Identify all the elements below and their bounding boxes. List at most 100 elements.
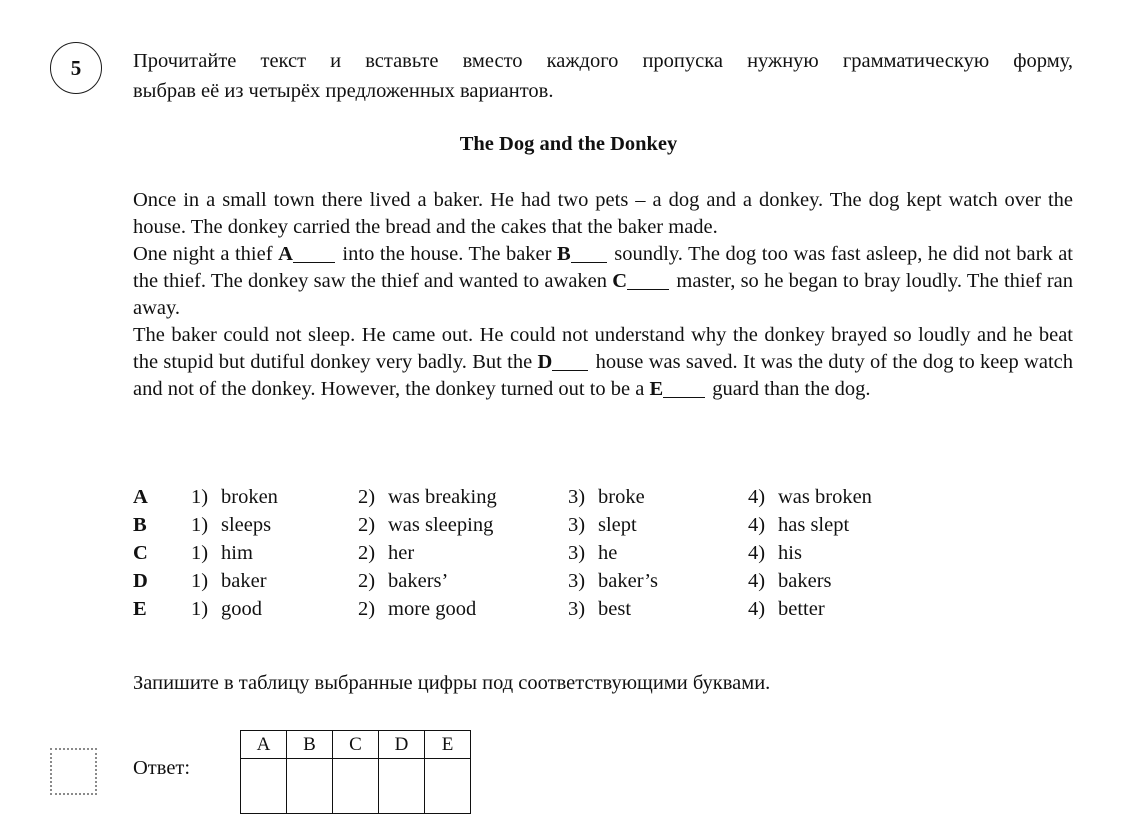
option-e-2[interactable]: 2) more good (358, 595, 568, 623)
paragraph2-text-part-2: into the house. The baker (336, 243, 557, 265)
option-b-4[interactable]: 4) has slept (748, 511, 928, 539)
option-d-2-number: 2) (358, 570, 376, 592)
option-a-3[interactable]: 3) broke (568, 483, 748, 511)
option-row-a: A 1) broken 2) was breaking 3) broke 4) was … (133, 483, 963, 511)
gap-marker-e: E (649, 378, 664, 400)
reading-passage: Once in a small town there lived a baker… (133, 187, 1073, 403)
option-d-3-number: 3) (568, 570, 586, 592)
option-row-letter-a: A (133, 486, 148, 508)
option-a-2-number: 2) (358, 486, 376, 508)
paragraph2-text-part-1: One night a thief (133, 243, 279, 265)
gap-blank-e[interactable] (663, 397, 706, 398)
option-e-2-number: 2) (358, 598, 376, 620)
option-a-3-text: broke (598, 486, 645, 508)
answer-cell-b[interactable] (286, 758, 333, 814)
option-c-4-text: his (778, 542, 802, 564)
answer-options-grid: A 1) broken 2) was breaking 3) broke 4) was … (133, 483, 963, 623)
option-c-2-number: 2) (358, 542, 376, 564)
task-instruction: Прочитайте текст и вставьте вместо каждо… (133, 46, 1073, 106)
option-d-2[interactable]: 2) bakers’ (358, 567, 568, 595)
option-row-e: E 1) good 2) more good 3) best 4) better (133, 595, 963, 623)
option-c-1-text: him (221, 542, 253, 564)
answer-label: Ответ: (133, 757, 191, 779)
gap-blank-c[interactable] (627, 289, 670, 290)
option-c-1[interactable]: 1) him (191, 539, 358, 567)
option-row-letter-b: B (133, 514, 147, 536)
option-d-4-text: bakers (778, 570, 832, 592)
answer-cell-a[interactable] (240, 758, 287, 814)
option-e-4-number: 4) (748, 598, 766, 620)
option-c-4[interactable]: 4) his (748, 539, 928, 567)
answer-header-a: A (240, 730, 287, 759)
option-c-2[interactable]: 2) her (358, 539, 568, 567)
option-row-letter-c: C (133, 542, 148, 564)
option-a-2[interactable]: 2) was breaking (358, 483, 568, 511)
answer-header-c: C (332, 730, 379, 759)
story-title: The Dog and the Donkey (459, 133, 678, 155)
option-b-4-text: has slept (778, 514, 850, 536)
task-number-badge: 5 (50, 42, 102, 94)
option-a-1[interactable]: 1) broken (191, 483, 358, 511)
task-number: 5 (70, 55, 82, 80)
option-b-2-number: 2) (358, 514, 376, 536)
option-b-2[interactable]: 2) was sleeping (358, 511, 568, 539)
option-e-1[interactable]: 1) good (191, 595, 358, 623)
passage-paragraph-1: Once in a small town there lived a baker… (133, 189, 1073, 238)
passage-paragraph-2: One night a thief A into the house. The … (133, 241, 1073, 322)
option-a-4[interactable]: 4) was broken (748, 483, 928, 511)
gap-blank-a[interactable] (292, 262, 335, 263)
gap-marker-b: B (557, 243, 571, 265)
option-c-3-text: he (598, 542, 618, 564)
option-d-1[interactable]: 1) baker (191, 567, 358, 595)
option-c-3-number: 3) (568, 542, 586, 564)
option-e-2-text: more good (388, 598, 477, 620)
option-e-3-number: 3) (568, 598, 586, 620)
answer-header-d: D (378, 730, 425, 759)
option-b-2-text: was sleeping (388, 514, 494, 536)
option-b-3[interactable]: 3) slept (568, 511, 748, 539)
answer-cell-e[interactable] (424, 758, 471, 814)
answer-header-e: E (424, 730, 471, 759)
option-e-3-text: best (598, 598, 632, 620)
answer-cell-c[interactable] (332, 758, 379, 814)
option-c-3[interactable]: 3) he (568, 539, 748, 567)
option-a-1-number: 1) (191, 486, 209, 508)
option-a-1-text: broken (221, 486, 278, 508)
option-d-3-text: baker’s (598, 570, 658, 592)
answer-score-box[interactable] (50, 748, 97, 795)
option-d-1-number: 1) (191, 570, 209, 592)
option-d-4-number: 4) (748, 570, 766, 592)
option-d-2-text: bakers’ (388, 570, 449, 592)
option-e-1-text: good (221, 598, 262, 620)
option-e-3[interactable]: 3) best (568, 595, 748, 623)
option-c-4-number: 4) (748, 542, 766, 564)
gap-marker-d: D (537, 351, 553, 373)
option-a-4-text: was broken (778, 486, 872, 508)
gap-blank-b[interactable] (570, 262, 607, 263)
gap-marker-a: A (278, 243, 293, 265)
answer-table-input-row (240, 758, 471, 814)
gap-blank-d[interactable] (552, 370, 589, 371)
option-d-3[interactable]: 3) baker’s (568, 567, 748, 595)
answer-table-header-row: A B C D E (240, 730, 471, 759)
instruction-line-2: выбрав её из четырёх предложенных вариан… (133, 80, 554, 102)
write-answers-note: Запишите в таблицу выбранные цифры под с… (133, 672, 771, 694)
option-a-3-number: 3) (568, 486, 586, 508)
paragraph3-text-part-3: guard than the dog. (707, 378, 871, 400)
option-e-1-number: 1) (191, 598, 209, 620)
option-d-1-text: baker (221, 570, 267, 592)
option-b-1-text: sleeps (221, 514, 272, 536)
option-b-1[interactable]: 1) sleeps (191, 511, 358, 539)
option-row-letter-d: D (133, 570, 148, 592)
option-e-4[interactable]: 4) better (748, 595, 928, 623)
option-a-2-text: was breaking (388, 486, 497, 508)
option-row-c: C 1) him 2) her 3) he 4) his (133, 539, 963, 567)
option-d-4[interactable]: 4) bakers (748, 567, 928, 595)
passage-paragraph-3: The baker could not sleep. He came out. … (133, 322, 1073, 403)
option-row-d: D 1) baker 2) bakers’ 3) baker’s 4) bakers (133, 567, 963, 595)
option-row-letter-e: E (133, 598, 147, 620)
answer-cell-d[interactable] (378, 758, 425, 814)
answer-table: A B C D E (240, 730, 471, 814)
answer-header-b: B (286, 730, 333, 759)
option-e-4-text: better (778, 598, 825, 620)
